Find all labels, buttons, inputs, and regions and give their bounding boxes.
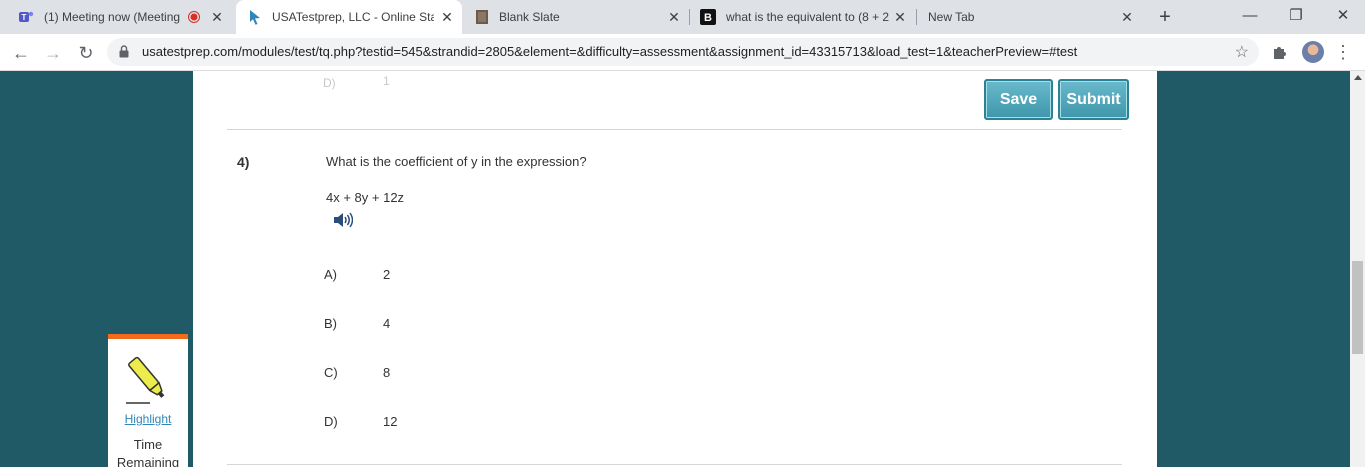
profile-avatar[interactable] bbox=[1302, 41, 1324, 63]
tab-title: (1) Meeting now (Meeting bbox=[44, 10, 181, 24]
cursor-favicon-icon bbox=[250, 10, 260, 25]
close-tab-icon[interactable]: ✕ bbox=[893, 10, 907, 24]
svg-text:T: T bbox=[22, 13, 27, 22]
address-bar[interactable]: usatestprep.com/modules/test/tq.php?test… bbox=[107, 38, 1259, 66]
question-bottom-divider bbox=[227, 464, 1122, 465]
browser-menu-icon[interactable]: ⋮ bbox=[1334, 40, 1352, 64]
close-tab-icon[interactable]: ✕ bbox=[1120, 10, 1134, 24]
back-arrow-icon[interactable]: ← bbox=[10, 42, 32, 64]
blank-slate-icon bbox=[476, 10, 488, 24]
maximize-button[interactable]: ❐ bbox=[1286, 6, 1306, 26]
url-text[interactable]: usatestprep.com/modules/test/tq.php?test… bbox=[142, 44, 1077, 59]
close-tab-icon[interactable]: ✕ bbox=[210, 10, 224, 24]
save-button[interactable]: Save bbox=[984, 79, 1053, 120]
question-divider bbox=[227, 129, 1122, 130]
forward-arrow-icon[interactable]: → bbox=[42, 42, 64, 64]
time-remaining-label: Time Remaining bbox=[116, 437, 180, 467]
recording-icon bbox=[188, 11, 200, 23]
option-b-letter[interactable]: B) bbox=[324, 316, 337, 331]
teams-icon: T bbox=[19, 11, 34, 22]
submit-button[interactable]: Submit bbox=[1058, 79, 1129, 120]
svg-text:B: B bbox=[704, 12, 712, 24]
tab-title: what is the equivalent to (8 + 2 bbox=[726, 10, 890, 24]
browser-toolbar: ← → ↻ usatestprep.com/modules/test/tq.ph… bbox=[0, 34, 1365, 71]
brainly-icon: B bbox=[700, 9, 716, 25]
previous-option-value: 1 bbox=[383, 74, 390, 88]
tab-title: Blank Slate bbox=[499, 10, 560, 24]
question-text: What is the coefficient of y in the expr… bbox=[326, 154, 587, 169]
option-b-value[interactable]: 4 bbox=[383, 316, 390, 331]
scroll-up-arrow-icon[interactable] bbox=[1354, 75, 1362, 80]
tab-title: USATestprep, LLC - Online Stat bbox=[272, 10, 434, 24]
highlight-widget: Highlight Time Remaining bbox=[108, 334, 188, 467]
tab-blank-slate[interactable]: Blank Slate ✕ bbox=[463, 0, 689, 34]
highlighter-pen-icon[interactable] bbox=[120, 351, 176, 407]
speaker-icon[interactable] bbox=[333, 211, 353, 229]
option-d-letter[interactable]: D) bbox=[324, 414, 338, 429]
page-scrollbar[interactable] bbox=[1350, 71, 1365, 467]
previous-option-letter: D) bbox=[323, 76, 336, 90]
extensions-puzzle-icon[interactable] bbox=[1271, 43, 1289, 61]
bookmark-star-icon[interactable]: ☆ bbox=[1235, 42, 1249, 62]
reload-icon[interactable]: ↻ bbox=[75, 42, 97, 64]
option-a-letter[interactable]: A) bbox=[324, 267, 337, 282]
test-content-panel: D) 1 Save Submit 4) What is the coeffici… bbox=[193, 71, 1157, 467]
tab-brainly[interactable]: B what is the equivalent to (8 + 2 ✕ bbox=[690, 0, 915, 34]
scroll-thumb[interactable] bbox=[1352, 261, 1363, 354]
page-viewport: D) 1 Save Submit 4) What is the coeffici… bbox=[0, 71, 1350, 467]
tab-meeting[interactable]: T (1) Meeting now (Meeting ✕ bbox=[10, 0, 232, 34]
tab-usatestprep[interactable]: USATestprep, LLC - Online Stat ✕ bbox=[236, 0, 462, 34]
option-d-value[interactable]: 12 bbox=[383, 414, 397, 429]
tab-new-tab[interactable]: New Tab ✕ bbox=[917, 0, 1142, 34]
browser-tabstrip: T (1) Meeting now (Meeting ✕ USATestprep… bbox=[0, 0, 1365, 34]
question-number: 4) bbox=[237, 154, 250, 170]
option-c-letter[interactable]: C) bbox=[324, 365, 338, 380]
new-tab-button[interactable]: + bbox=[1155, 7, 1175, 27]
option-a-value[interactable]: 2 bbox=[383, 267, 390, 282]
close-tab-icon[interactable]: ✕ bbox=[440, 10, 454, 24]
close-tab-icon[interactable]: ✕ bbox=[667, 10, 681, 24]
option-c-value[interactable]: 8 bbox=[383, 365, 390, 380]
question-expression: 4x + 8y + 12z bbox=[326, 190, 405, 205]
minimize-button[interactable]: — bbox=[1240, 6, 1260, 26]
close-window-button[interactable]: ✕ bbox=[1333, 6, 1353, 26]
highlight-link[interactable]: Highlight bbox=[108, 412, 188, 426]
lock-icon bbox=[119, 45, 129, 58]
tab-title: New Tab bbox=[928, 10, 975, 24]
